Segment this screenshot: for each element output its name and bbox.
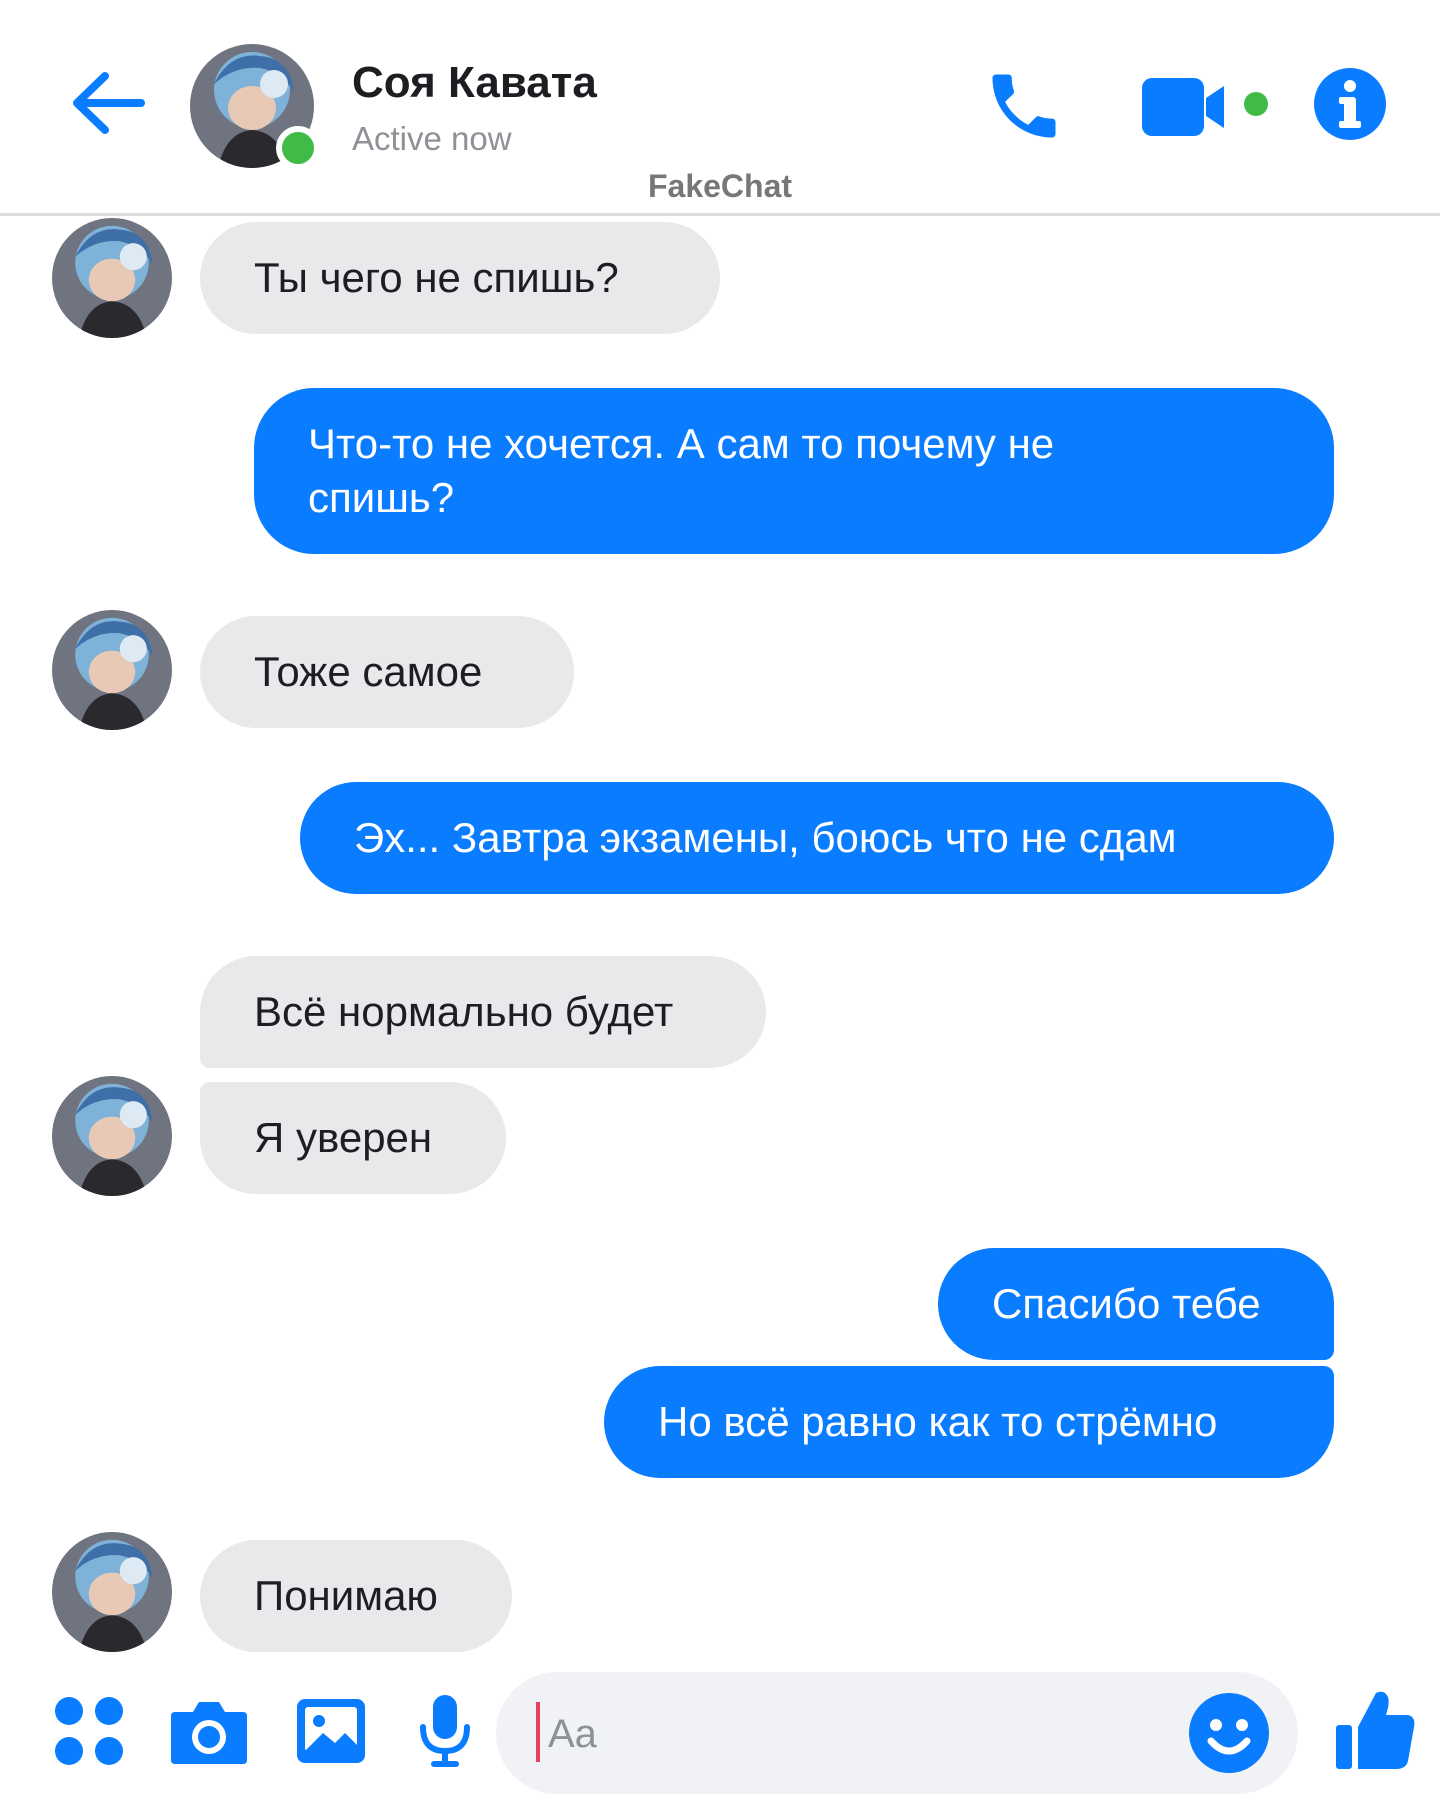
chat-header: Соя Кавата Active now FakeChat [0, 0, 1440, 216]
message-text: Тоже самое [254, 648, 483, 695]
message-incoming[interactable]: Ты чего не спишь? [200, 222, 720, 334]
emoji-button[interactable] [1184, 1688, 1274, 1778]
message-input-container [496, 1672, 1298, 1794]
arrow-left-icon [73, 72, 145, 134]
message-incoming[interactable]: Всё нормально будет [200, 956, 766, 1068]
online-status-dot [276, 126, 320, 170]
message-text: Спасибо тебе [992, 1280, 1261, 1327]
message-outgoing[interactable]: Спасибо тебе [938, 1248, 1334, 1360]
sender-avatar[interactable] [52, 1532, 172, 1652]
thumbs-up-icon [1336, 1691, 1415, 1769]
contact-status: Active now [352, 120, 512, 157]
message-input[interactable] [536, 1704, 1176, 1764]
sender-avatar[interactable] [52, 218, 172, 338]
message-text: Эх... Завтра экзамены, боюсь что не сдам [354, 814, 1177, 861]
sender-avatar[interactable] [52, 610, 172, 730]
gallery-button[interactable] [286, 1686, 376, 1776]
watermark: FakeChat [647, 168, 793, 204]
message-text: Понимаю [254, 1572, 438, 1619]
video-call-button[interactable] [1140, 72, 1276, 142]
message-composer [0, 1660, 1440, 1808]
info-icon [1314, 68, 1386, 140]
message-incoming[interactable]: Понимаю [200, 1540, 512, 1652]
message-text: Ты чего не спишь? [254, 254, 619, 301]
message-outgoing[interactable]: Что-то не хочется. А сам то почему не сп… [254, 388, 1334, 554]
image-icon [297, 1699, 365, 1763]
smiley-icon [1189, 1693, 1269, 1773]
more-actions-button[interactable] [44, 1686, 134, 1776]
voice-button[interactable] [400, 1686, 490, 1776]
message-text: Я уверен [254, 1114, 433, 1161]
camera-icon [171, 1702, 247, 1764]
info-button[interactable] [1310, 64, 1390, 144]
call-button[interactable] [980, 62, 1068, 150]
four-dots-icon [55, 1697, 123, 1765]
message-text: Но всё равно как то стрёмно [658, 1398, 1218, 1445]
message-outgoing[interactable]: Но всё равно как то стрёмно [604, 1366, 1334, 1478]
contact-name[interactable]: Соя Кавата [352, 58, 597, 108]
sender-avatar[interactable] [52, 1076, 172, 1196]
message-incoming[interactable]: Я уверен [200, 1082, 506, 1194]
camera-button[interactable] [164, 1686, 254, 1776]
back-button[interactable] [66, 62, 148, 144]
message-text: Всё нормально будет [254, 988, 674, 1035]
microphone-icon [420, 1695, 470, 1767]
contact-avatar[interactable] [190, 44, 320, 170]
message-incoming[interactable]: Тоже самое [200, 616, 574, 728]
message-outgoing[interactable]: Эх... Завтра экзамены, боюсь что не сдам [300, 782, 1334, 894]
like-button[interactable] [1326, 1680, 1426, 1780]
video-camera-icon [1142, 78, 1268, 136]
phone-icon [992, 74, 1056, 138]
message-text: Что-то не хочется. А сам то почему не сп… [308, 420, 1055, 521]
